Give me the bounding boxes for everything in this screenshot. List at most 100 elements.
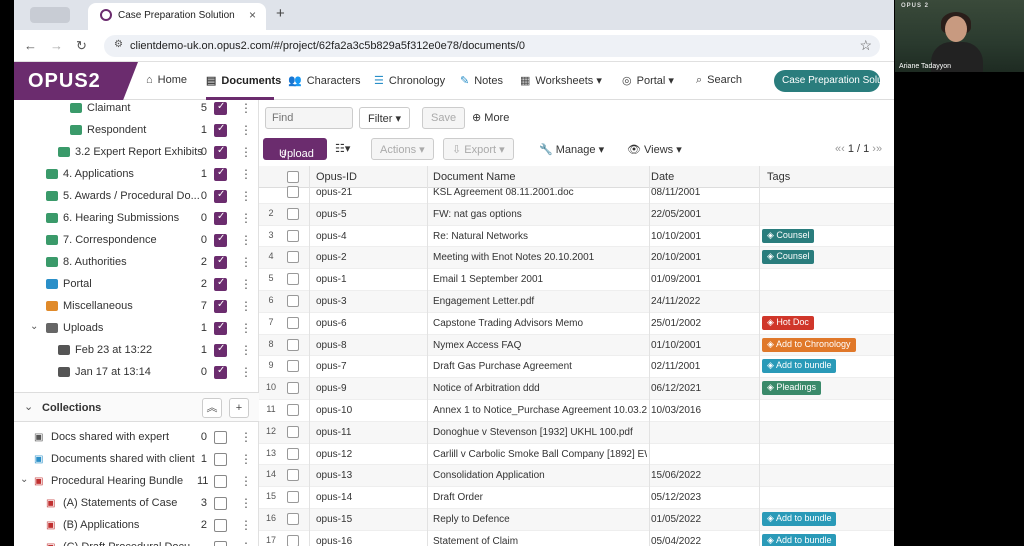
close-icon[interactable]: × [249,8,256,22]
folder-checkbox[interactable] [214,189,227,203]
nav-portal[interactable]: ◎ Portal ▾ [622,74,674,87]
collection-checkbox[interactable] [214,431,227,444]
folder-item[interactable]: Feb 23 at 13:22 1 ⋮ [14,340,259,362]
folder-checkbox[interactable] [214,101,227,115]
document-name-cell[interactable]: Notice of Arbitration ddd [433,383,647,394]
back-arrow-icon[interactable]: ← [24,38,37,53]
kebab-menu-icon[interactable]: ⋮ [240,540,252,546]
table-row[interactable]: 2 opus-5 FW: nat gas options 22/05/2001 [259,203,894,226]
kebab-menu-icon[interactable]: ⋮ [240,277,252,291]
new-tab-icon[interactable]: + [276,5,285,22]
opus-id-cell[interactable]: opus-12 [316,449,352,460]
folder-item[interactable]: Portal 2 ⋮ [14,274,259,296]
reload-icon[interactable]: ↻ [76,38,87,54]
collection-item[interactable]: ⌄ ▣ Procedural Hearing Bundle 11 ⋮ [14,471,259,493]
row-checkbox[interactable] [287,513,299,525]
kebab-menu-icon[interactable]: ⋮ [240,474,252,488]
row-checkbox[interactable] [287,404,299,416]
find-input[interactable] [266,108,352,128]
table-row[interactable]: 10 opus-9 Notice of Arbitration ddd 06/12/2… [259,378,894,400]
kebab-menu-icon[interactable]: ⋮ [240,343,252,357]
row-checkbox[interactable] [287,360,299,373]
pagination-controls[interactable]: «‹ 1 / 1 ›» [835,143,882,155]
tag-badge[interactable]: ◈ Add to bundle [762,512,837,526]
row-checkbox[interactable] [287,469,299,482]
collection-item[interactable]: ▣ (C) Draft Procedural Docu... ⋮ [14,537,259,546]
document-name-cell[interactable]: KSL Agreement 08.11.2001.doc [433,187,647,198]
table-row[interactable]: 4 opus-2 Meeting with Enot Notes 20.10.200… [259,247,894,270]
collection-item[interactable]: ▣ Documents shared with client 1 ⋮ [14,449,259,471]
opus-id-cell[interactable]: opus-6 [316,318,347,329]
row-checkbox[interactable] [287,186,299,198]
opus-id-cell[interactable]: opus-13 [316,470,352,481]
nav-worksheets[interactable]: ▦ Worksheets ▾ [520,74,602,87]
kebab-menu-icon[interactable]: ⋮ [240,299,252,313]
manage-button[interactable]: 🔧 Manage ▾ [539,143,604,156]
folder-item[interactable]: 5. Awards / Procedural Do...0 ⋮ [14,186,259,208]
opus-id-cell[interactable]: opus-14 [316,492,352,503]
document-name-cell[interactable]: Donoghue v Stevenson [1932] UKHL 100.pdf [433,427,647,438]
folder-checkbox[interactable] [214,277,227,291]
column-layout-button[interactable]: ☷▾ [335,142,350,155]
kebab-menu-icon[interactable]: ⋮ [240,496,252,510]
export-button[interactable]: ⇩ Export ▾ [443,138,514,160]
chevron-down-icon[interactable]: ⌄ [20,474,28,485]
opus-id-cell[interactable]: opus-9 [316,383,347,394]
bookmark-star-icon[interactable]: ☆ [859,37,872,54]
forward-arrow-icon[interactable]: → [50,38,63,53]
actions-button[interactable]: Actions ▾ [371,138,434,160]
tag-badge[interactable]: ◈ Add to bundle [762,359,837,374]
table-row[interactable]: 9 opus-7 Draft Gas Purchase Agreement 02/11… [259,356,894,379]
table-row[interactable]: 11 opus-10 Annex 1 to Notice_Purchase Agre… [259,400,894,422]
tag-badge[interactable]: ◈ Counsel [762,228,815,243]
save-button[interactable]: Save [422,107,466,129]
tag-badge[interactable]: ◈ Hot Doc [762,315,814,330]
upload-button[interactable]: ⇪ Upload [263,138,327,161]
document-name-cell[interactable]: Capstone Trading Advisors Memo [433,318,647,329]
opus-id-cell[interactable]: opus-11 [316,427,351,438]
opus-id-cell[interactable]: opus-3 [316,296,347,307]
collection-checkbox[interactable] [214,541,227,546]
folder-checkbox[interactable] [214,321,227,335]
table-row[interactable]: 6 opus-3 Engagement Letter.pdf 24/11/2022 [259,291,894,313]
document-name-cell[interactable]: Carlill v Carbolic Smoke Ball Company [1… [433,449,647,460]
views-button[interactable]: 👁 Views ▾ [627,143,682,156]
tab-strip-thumbnail[interactable] [30,7,70,23]
opus-id-cell[interactable]: opus-16 [316,536,352,546]
row-checkbox[interactable] [287,425,299,438]
collection-item[interactable]: ▣ (A) Statements of Case 3 ⋮ [14,493,259,515]
table-row[interactable]: 3 opus-4 Re: Natural Networks 10/10/2001 ◈ C… [259,226,894,248]
folder-item[interactable]: Claimant 5 ⋮ [14,98,259,120]
row-checkbox[interactable] [287,229,299,242]
folder-checkbox[interactable] [214,299,227,313]
document-name-cell[interactable]: FW: nat gas options [433,209,647,220]
kebab-menu-icon[interactable]: ⋮ [240,189,252,203]
row-checkbox[interactable] [287,316,299,329]
kebab-menu-icon[interactable]: ⋮ [240,518,252,532]
document-name-cell[interactable]: Reply to Defence [433,514,647,525]
opus-id-cell[interactable]: opus-8 [316,340,347,351]
table-row[interactable]: 15 opus-14 Draft Order 05/12/2023 [259,487,894,509]
opus-id-cell[interactable]: opus-1 [316,274,347,285]
kebab-menu-icon[interactable]: ⋮ [240,211,252,225]
add-collection-button[interactable]: + [229,398,249,418]
document-name-cell[interactable]: Meeting with Enot Notes 20.10.2001 [433,252,647,263]
table-row[interactable]: 14 opus-13 Consolidation Application 15/06/… [259,465,894,488]
row-checkbox[interactable] [287,382,299,395]
tag-badge[interactable]: ◈ Counsel [762,250,815,265]
more-button[interactable]: ⊕ More [472,111,509,124]
document-name-cell[interactable]: Nymex Access FAQ [433,340,647,351]
folder-checkbox[interactable] [214,255,227,269]
folder-checkbox[interactable] [214,167,227,181]
document-name-cell[interactable]: Re: Natural Networks [433,231,647,242]
nav-chronology[interactable]: ☰ Chronology [374,74,445,87]
table-row[interactable]: 7 opus-6 Capstone Trading Advisors Memo 25/… [259,313,894,335]
kebab-menu-icon[interactable]: ⋮ [240,430,252,444]
opus-id-cell[interactable]: opus-15 [316,514,352,525]
document-name-cell[interactable]: Annex 1 to Notice_Purchase Agreement 10.… [433,405,647,416]
kebab-menu-icon[interactable]: ⋮ [240,233,252,247]
chevron-down-icon[interactable]: ⌄ [30,321,38,332]
folder-checkbox[interactable] [214,145,227,159]
collection-item[interactable]: ▣ Docs shared with expert 0 ⋮ [14,427,259,449]
table-row[interactable]: 5 opus-1 Email 1 September 2001 01/09/2001 [259,269,894,291]
